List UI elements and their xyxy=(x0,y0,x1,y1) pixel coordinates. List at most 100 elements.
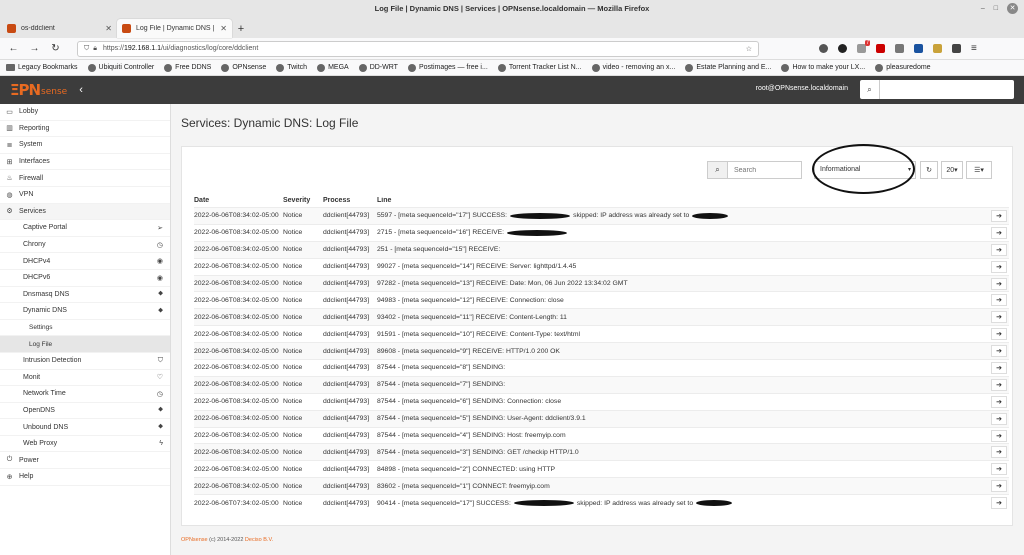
sidebar-item-dhcpv6[interactable]: DHCPv6 ◉ xyxy=(0,270,170,287)
bookmark-star-icon[interactable]: ☆ xyxy=(746,45,752,53)
sidebar-item-power[interactable]: ⏻ Power xyxy=(0,452,170,470)
bookmark-item[interactable]: Twitch xyxy=(276,63,307,72)
cell-line: 87544 - [meta sequenceId="8"] SENDING: xyxy=(377,364,991,371)
tab-close-icon[interactable]: ✕ xyxy=(105,24,112,33)
bookmark-item[interactable]: pleasuredome xyxy=(875,63,931,72)
header-process[interactable]: Process xyxy=(323,197,377,204)
header-severity[interactable]: Severity xyxy=(283,197,323,204)
new-tab-button[interactable]: + xyxy=(232,19,250,38)
url-text[interactable]: https://192.168.1.1/ui/diagnostics/log/c… xyxy=(97,45,746,52)
bookmark-item[interactable]: OPNsense xyxy=(221,63,266,72)
extension-badge-icon[interactable]: 7 xyxy=(857,40,870,53)
page-title: Services: Dynamic DNS: Log File xyxy=(181,116,359,130)
row-details-button[interactable]: ➔ xyxy=(991,209,1007,222)
columns-button[interactable]: ☰▾ xyxy=(966,161,992,179)
bookmark-item[interactable]: Estate Planning and E... xyxy=(685,63,771,72)
tab-close-icon[interactable]: ✕ xyxy=(220,24,227,33)
row-details-button[interactable]: ➔ xyxy=(991,294,1007,307)
sidebar-item-vpn[interactable]: ◍ VPN xyxy=(0,187,170,204)
search-input[interactable] xyxy=(728,162,800,178)
download-icon[interactable] xyxy=(895,44,904,53)
sidebar-item-ddns-logfile[interactable]: Log File xyxy=(0,336,170,353)
bookmark-item[interactable]: DD-WRT xyxy=(358,63,398,72)
bookmark-label: MEGA xyxy=(328,64,349,71)
browser-tab-1[interactable]: os-ddclient ✕ xyxy=(2,19,117,38)
sidebar-item-help[interactable]: ⊕ Help xyxy=(0,469,170,486)
row-details-button[interactable]: ➔ xyxy=(991,226,1007,239)
table-row: 2022-06-06T08:34:02-05:00 Notice ddclient[… xyxy=(194,359,1009,376)
collapse-sidebar-icon[interactable]: ‹ xyxy=(79,84,83,96)
sidebar-item-lobby[interactable]: ▭ Lobby xyxy=(0,104,170,121)
row-details-button[interactable]: ➔ xyxy=(991,412,1007,425)
row-details-button[interactable]: ➔ xyxy=(991,429,1007,442)
row-details-button[interactable]: ➔ xyxy=(991,378,1007,391)
menu-icon[interactable]: ≡ xyxy=(971,43,977,54)
account-icon[interactable] xyxy=(838,44,847,53)
sidebar-item-web-proxy[interactable]: Web Proxy ϟ xyxy=(0,436,170,453)
minimize-icon[interactable]: – xyxy=(981,0,985,17)
sidebar-item-dnsmasq[interactable]: Dnsmasq DNS ⬥ xyxy=(0,287,170,304)
ublock-icon[interactable] xyxy=(876,44,885,53)
bookmark-item[interactable]: How to make your LX... xyxy=(781,63,865,72)
bookmark-item[interactable]: Free DDNS xyxy=(164,63,211,72)
bookmark-item[interactable]: Postimages — free i... xyxy=(407,63,488,72)
sidebar-item-ddns-settings[interactable]: Settings xyxy=(0,320,170,337)
row-details-button[interactable]: ➔ xyxy=(991,345,1007,358)
sidebar-item-system[interactable]: ≣ System xyxy=(0,137,170,154)
row-details-button[interactable]: ➔ xyxy=(991,395,1007,408)
rows-per-page-select[interactable]: 20 ▾ xyxy=(941,161,963,179)
close-window-icon[interactable]: ✕ xyxy=(1007,3,1018,14)
sidebar-item-dynamic-dns[interactable]: Dynamic DNS ⬥ xyxy=(0,303,170,320)
sidebar-item-captive-portal[interactable]: Captive Portal ➢ xyxy=(0,220,170,237)
sidebar-item-unbound-dns[interactable]: Unbound DNS ⬥ xyxy=(0,419,170,436)
row-details-button[interactable]: ➔ xyxy=(991,260,1007,273)
row-details-button[interactable]: ➔ xyxy=(991,277,1007,290)
cell-date: 2022-06-06T08:34:02-05:00 xyxy=(194,364,279,372)
forward-icon[interactable]: → xyxy=(27,43,42,54)
back-icon[interactable]: ← xyxy=(6,43,21,54)
pocket-icon[interactable] xyxy=(819,44,828,53)
sidebar-item-firewall[interactable]: ♨ Firewall xyxy=(0,170,170,187)
extension-icon[interactable] xyxy=(933,44,942,53)
search-icon[interactable]: ⌕ xyxy=(860,80,880,99)
sidebar-item-services[interactable]: ⚙ Services xyxy=(0,203,170,221)
row-details-button[interactable]: ➔ xyxy=(991,463,1007,476)
sidebar-item-reporting[interactable]: ▥ Reporting xyxy=(0,121,170,138)
header-line[interactable]: Line xyxy=(377,197,1009,204)
sidebar-item-dhcpv4[interactable]: DHCPv4 ◉ xyxy=(0,253,170,270)
footer-brand[interactable]: OPNsense xyxy=(181,537,208,543)
puzzle-icon[interactable] xyxy=(952,44,961,53)
row-details-button[interactable]: ➔ xyxy=(991,243,1007,256)
row-details-button[interactable]: ➔ xyxy=(991,480,1007,493)
bitwarden-icon[interactable] xyxy=(914,44,923,53)
row-details-button[interactable]: ➔ xyxy=(991,497,1007,510)
sidebar-item-monit[interactable]: Monit ♡ xyxy=(0,370,170,387)
log-search[interactable]: ⌕ xyxy=(707,161,802,179)
sidebar-item-interfaces[interactable]: ⊞ Interfaces xyxy=(0,154,170,171)
row-details-button[interactable]: ➔ xyxy=(991,311,1007,324)
sidebar-item-intrusion-detection[interactable]: Intrusion Detection ⛉ xyxy=(0,353,170,370)
row-details-button[interactable]: ➔ xyxy=(991,361,1007,374)
opnsense-logo[interactable]: ΞPN sense xyxy=(10,81,67,99)
sidebar-item-opendns[interactable]: OpenDNS ⬥ xyxy=(0,403,170,420)
row-details-button[interactable]: ➔ xyxy=(991,328,1007,341)
user-menu[interactable]: root@OPNsense.localdomain xyxy=(756,85,848,92)
maximize-icon[interactable]: □ xyxy=(994,0,998,17)
url-bar[interactable]: ⛉ 🔒︎ https://192.168.1.1/ui/diagnostics/… xyxy=(77,40,759,57)
sidebar-item-chrony[interactable]: Chrony ◷ xyxy=(0,237,170,254)
bookmark-item[interactable]: Torrent Tracker List N... xyxy=(497,63,582,72)
refresh-button[interactable]: ↻ xyxy=(920,161,938,179)
reload-icon[interactable]: ↻ xyxy=(48,43,63,54)
logo-sense: sense xyxy=(41,87,68,97)
row-details-button[interactable]: ➔ xyxy=(991,446,1007,459)
bookmark-legacy[interactable]: Legacy Bookmarks xyxy=(6,64,78,71)
bookmark-item[interactable]: MEGA xyxy=(317,63,349,72)
sidebar-item-network-time[interactable]: Network Time ◷ xyxy=(0,386,170,403)
shield-icon[interactable]: ⛉ xyxy=(84,45,89,53)
bookmark-item[interactable]: Ubiquiti Controller xyxy=(87,63,154,72)
browser-tab-2[interactable]: Log File | Dynamic DNS | Se ✕ xyxy=(117,19,232,38)
header-search[interactable]: ⌕ xyxy=(860,80,1014,99)
header-date[interactable]: Date xyxy=(194,197,283,204)
footer-company[interactable]: Deciso B.V. xyxy=(245,537,273,543)
bookmark-item[interactable]: video - removing an x... xyxy=(591,63,675,72)
